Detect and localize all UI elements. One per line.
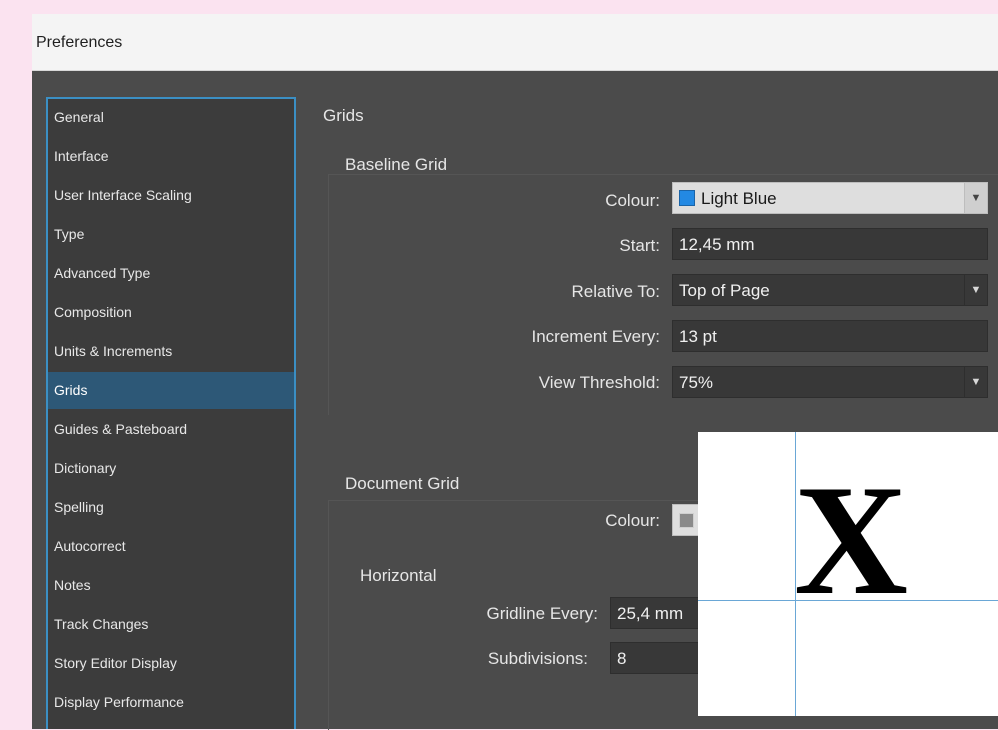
baseline-colour-value: Light Blue (701, 189, 777, 208)
sidebar-item-advanced-type[interactable]: Advanced Type (48, 255, 294, 292)
relative-to-label: Relative To: (571, 282, 660, 301)
sidebar-item-user-interface-scaling[interactable]: User Interface Scaling (48, 177, 294, 214)
view-threshold-label: View Threshold: (538, 373, 660, 392)
baseline-start-label: Start: (619, 236, 660, 255)
sidebar-item-track-changes[interactable]: Track Changes (48, 606, 294, 643)
sidebar-item-units-increments[interactable]: Units & Increments (48, 333, 294, 370)
window-title: Preferences (36, 34, 123, 51)
relative-to-value: Top of Page (679, 281, 770, 300)
sidebar-item-story-editor-display[interactable]: Story Editor Display (48, 645, 294, 682)
gridline-every-label: Gridline Every: (486, 604, 598, 623)
preferences-window: Preferences General Interface User Inter… (32, 14, 998, 730)
view-threshold-value: 75% (679, 373, 714, 392)
subdivisions-label: Subdivisions: (487, 649, 588, 668)
horizontal-title: Horizontal (360, 566, 437, 585)
gray-swatch (679, 513, 694, 528)
sidebar-item-general[interactable]: General (48, 99, 294, 136)
letter-x: X (794, 453, 909, 628)
section-title: Grids (323, 106, 364, 125)
sidebar-item-display-performance[interactable]: Display Performance (48, 684, 294, 721)
sidebar-item-grids[interactable]: Grids (48, 372, 294, 409)
baseline-colour-label: Colour: (605, 191, 660, 210)
baseline-grid-title: Baseline Grid (345, 155, 448, 174)
increment-every-label: Increment Every: (531, 327, 661, 346)
document-colour-label: Colour: (605, 511, 660, 530)
view-threshold-select[interactable]: 75% ▼ (672, 366, 988, 398)
document-grid-title: Document Grid (345, 474, 460, 493)
grid-preview-image: X (698, 432, 998, 716)
light-blue-swatch (679, 190, 695, 206)
chevron-down-icon: ▼ (964, 367, 987, 397)
relative-to-select[interactable]: Top of Page ▼ (672, 274, 988, 306)
sidebar-item-autocorrect[interactable]: Autocorrect (48, 528, 294, 565)
chevron-down-icon: ▼ (964, 183, 987, 213)
sidebar-item-interface[interactable]: Interface (48, 138, 294, 175)
sidebar-item-composition[interactable]: Composition (48, 294, 294, 331)
title-bar: Preferences (32, 14, 998, 71)
baseline-start-input[interactable]: 12,45 mm (672, 228, 988, 260)
chevron-down-icon: ▼ (964, 275, 987, 305)
sidebar-item-dictionary[interactable]: Dictionary (48, 450, 294, 487)
preferences-sidebar: General Interface User Interface Scaling… (46, 97, 296, 729)
baseline-colour-select[interactable]: Light Blue ▼ (672, 182, 988, 214)
sidebar-item-notes[interactable]: Notes (48, 567, 294, 604)
sidebar-item-type[interactable]: Type (48, 216, 294, 253)
increment-every-input[interactable]: 13 pt (672, 320, 988, 352)
sidebar-item-guides-pasteboard[interactable]: Guides & Pasteboard (48, 411, 294, 448)
sidebar-item-spelling[interactable]: Spelling (48, 489, 294, 526)
